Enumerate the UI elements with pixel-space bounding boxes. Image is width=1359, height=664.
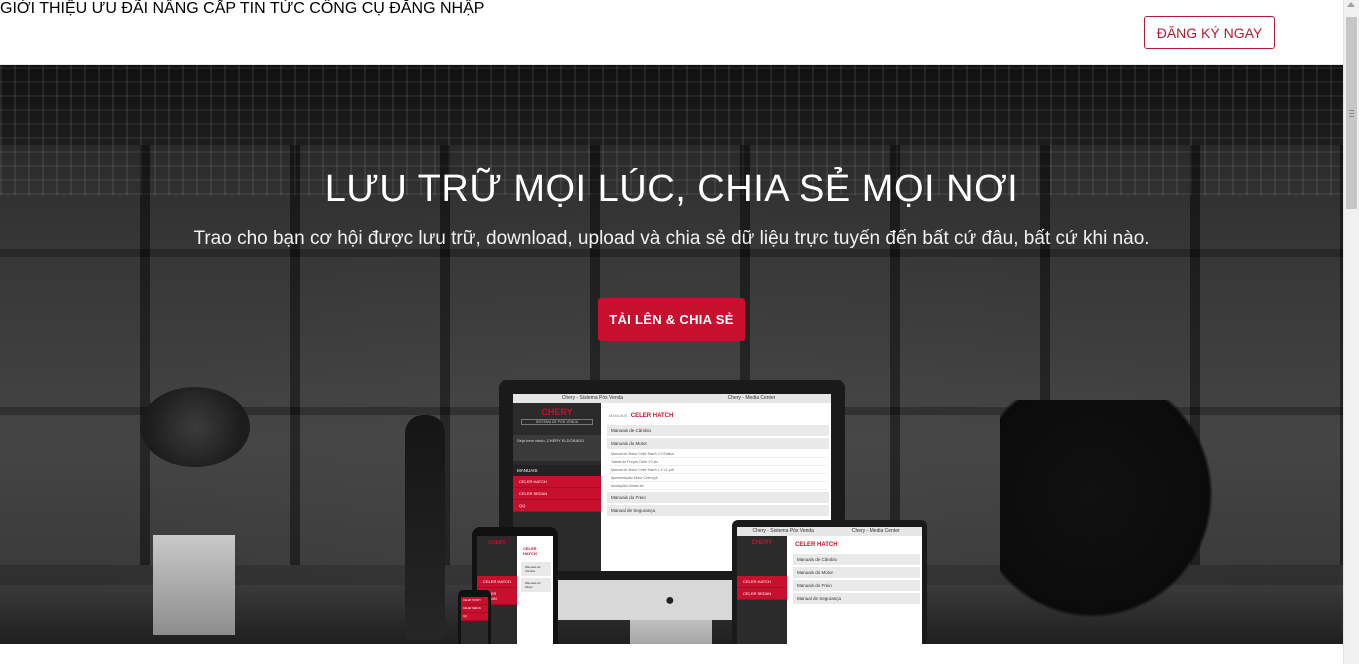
mockup-tab: Chery - Sistema Pós Venda	[752, 528, 814, 534]
mockup-breadcrumb: CELER HATCH	[519, 536, 553, 560]
mockup-menu-item: CELER SEDAN	[461, 605, 488, 613]
hero-title: LƯU TRỮ MỌI LÚC, CHIA SẺ MỌI NƠI	[324, 168, 1019, 210]
nav-uu-dai[interactable]: ƯU ĐÃI	[92, 0, 148, 17]
mockup-logo: CHERY	[751, 540, 773, 546]
nav-cong-cu[interactable]: CÔNG CỤ	[309, 0, 385, 17]
mockup-tabbar: Chery - Sistema Pós Venda Chery - Media …	[513, 394, 831, 403]
hero-section: LƯU TRỮ MỌI LÚC, CHIA SẺ MỌI NƠI Trao ch…	[0, 65, 1343, 644]
nav-dang-nhap[interactable]: ĐĂNG NHẬP	[389, 0, 484, 17]
mockup-section: Manuais do Motor	[793, 567, 920, 578]
mockup-sidebar: CHERY CELER HATCH CELER SEDAN	[737, 536, 787, 644]
mockup-section: Manuais do Freio	[793, 580, 920, 591]
grip-line	[1349, 110, 1354, 111]
woman-silhouette-image	[405, 415, 445, 640]
upload-share-button[interactable]: TẢI LÊN & CHIA SẺ	[598, 298, 745, 341]
phone-mockup: CELER HATCH CELER SEDAN QQ	[458, 590, 491, 644]
phone-mockup-screen: CELER HATCH CELER SEDAN QQ	[461, 597, 488, 644]
mockup-file: Tabela de Preços Celer V2.xls	[609, 459, 827, 466]
mockup-menu-item: CELER HATCH	[513, 476, 601, 488]
page-scrollbar[interactable]	[1343, 0, 1359, 664]
mockup-tab: Chery - Sistema Pós Venda	[561, 395, 624, 401]
nav-nang-cap[interactable]: NÂNG CẤP	[152, 0, 235, 17]
mockup-menu-item: QQ	[461, 613, 488, 621]
mockup-breadcrumb: CELER HATCH	[791, 536, 922, 552]
mockup-menu-item: CELER SEDAN	[737, 588, 787, 600]
mockup-menu-item: QQ	[513, 500, 601, 512]
mockup-menu-item: CELER HATCH	[461, 597, 488, 605]
mockup-section: Manual de Segurança	[793, 593, 920, 604]
mockup-logo: CHERY	[541, 407, 573, 417]
plant-pot-image	[153, 535, 235, 635]
mockup-menu-item: CELER HATCH	[737, 576, 787, 588]
man-silhouette-image	[1000, 400, 1230, 635]
mockup-section: Manuais de Câmbio	[793, 554, 920, 565]
mockup-section: Manuais do Freio	[607, 492, 829, 503]
laptop-mockup-screen: Chery - Sistema Pós Venda Chery - Media …	[737, 527, 922, 644]
mockup-breadcrumb: MANUAIS - CELER HATCH	[609, 413, 674, 419]
grip-line	[1349, 116, 1354, 117]
mockup-section: Manuais de Câmbio	[607, 425, 829, 436]
nav-tin-tuc[interactable]: TIN TỨC	[240, 0, 305, 17]
desktop-mockup-stand	[630, 620, 712, 644]
mockup-logo-tag: SISTEMA DE PÓS VENDA	[521, 419, 593, 425]
mockup-menu-item: CELER HATCH	[477, 576, 517, 588]
mockup-tabbar: Chery - Sistema Pós Venda Chery - Media …	[737, 527, 922, 536]
mockup-section: Manuais do Motor	[521, 578, 551, 592]
nav-gioi-thieu[interactable]: GIỚI THIỆU	[0, 0, 87, 17]
grip-line	[1349, 113, 1354, 114]
mockup-file: Apresentação Motor Celer.ppt	[609, 475, 827, 482]
mockup-tab: Chery - Media Center	[727, 395, 776, 401]
mockup-breadcrumb-root: MANUAIS	[609, 413, 628, 418]
plant-image	[140, 387, 250, 467]
mockup-section: Manuais de Câmbio	[521, 562, 551, 576]
apple-logo-icon: ●	[665, 592, 675, 609]
laptop-mockup: Chery - Sistema Pós Venda Chery - Media …	[732, 520, 927, 644]
mockup-main: CELER HATCH Manuais de Câmbio Manuais do…	[519, 536, 553, 644]
mockup-section: Manual de Segurança	[607, 505, 829, 516]
scrollbar-thumb[interactable]	[1346, 17, 1357, 209]
mockup-menu-item: CELER SEDAN	[513, 488, 601, 500]
mockup-sidebar: CELER HATCH CELER SEDAN QQ	[461, 597, 488, 644]
mockup-menu-header: MANUAIS	[513, 465, 601, 476]
mockup-tab: Chery - Media Center	[851, 528, 900, 534]
mockup-main: CELER HATCH Manuais de Câmbio Manuais do…	[791, 536, 922, 644]
mockup-breadcrumb-current: CELER HATCH	[795, 542, 838, 548]
register-button[interactable]: ĐĂNG KÝ NGAY	[1144, 16, 1275, 49]
mockup-breadcrumb-current: CELER HATCH	[523, 546, 537, 556]
mockup-file: Manual do Motor Celer Hatch 2.0 Edition	[609, 451, 827, 458]
mockup-file: Manual do Motor Celer Hatch 1.4 V1.pdf	[609, 467, 827, 474]
mockup-breadcrumb-current: CELER HATCH	[630, 413, 674, 419]
mockup-user: Seja bem vindo, CHERY ELDORADO	[513, 435, 601, 461]
mockup-file: Anotações Gerais.txt	[609, 483, 827, 490]
scroll-up-arrow-icon[interactable]	[1347, 2, 1355, 7]
hero-subtitle: Trao cho bạn cơ hội được lưu trữ, downlo…	[193, 228, 1150, 249]
top-navbar: GIỚI THIỆU ƯU ĐÃI NÂNG CẤP TIN TỨC CÔNG …	[0, 0, 1343, 65]
mockup-section: Manuais do Motor	[607, 438, 829, 449]
mockup-logo: CHERY	[488, 540, 506, 546]
